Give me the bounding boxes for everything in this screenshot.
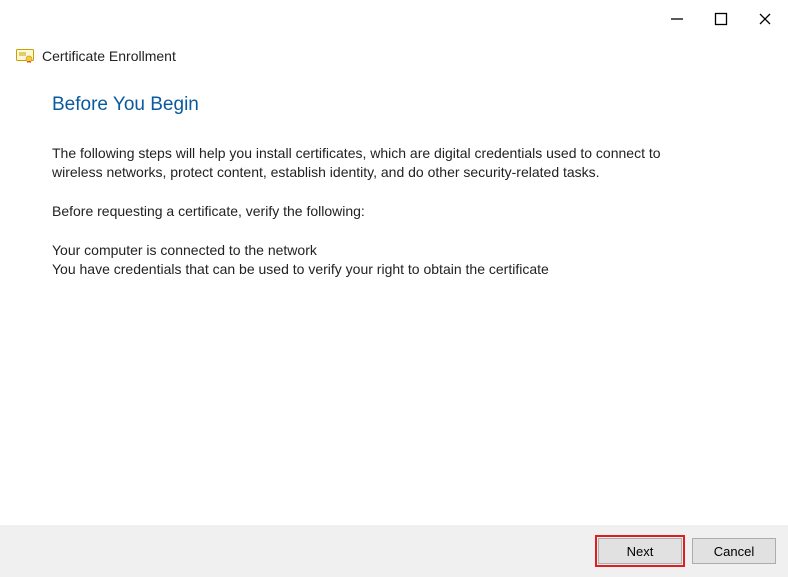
page-heading: Before You Begin bbox=[52, 94, 744, 116]
verify-prompt: Before requesting a certificate, verify … bbox=[52, 202, 712, 221]
close-icon bbox=[758, 12, 772, 26]
certificate-icon bbox=[16, 49, 34, 63]
minimize-button[interactable] bbox=[668, 10, 686, 28]
close-button[interactable] bbox=[756, 10, 774, 28]
maximize-icon bbox=[714, 12, 728, 26]
cancel-button[interactable]: Cancel bbox=[692, 538, 776, 564]
intro-paragraph: The following steps will help you instal… bbox=[52, 144, 712, 182]
content-area: Before You Begin The following steps wil… bbox=[0, 64, 788, 278]
footer-bar: Next Cancel bbox=[0, 525, 788, 577]
header: Certificate Enrollment bbox=[0, 48, 788, 64]
minimize-icon bbox=[670, 12, 684, 26]
maximize-button[interactable] bbox=[712, 10, 730, 28]
next-button[interactable]: Next bbox=[598, 538, 682, 564]
titlebar bbox=[0, 0, 788, 32]
header-title: Certificate Enrollment bbox=[42, 48, 176, 64]
check-item: Your computer is connected to the networ… bbox=[52, 241, 744, 260]
check-item: You have credentials that can be used to… bbox=[52, 260, 744, 279]
